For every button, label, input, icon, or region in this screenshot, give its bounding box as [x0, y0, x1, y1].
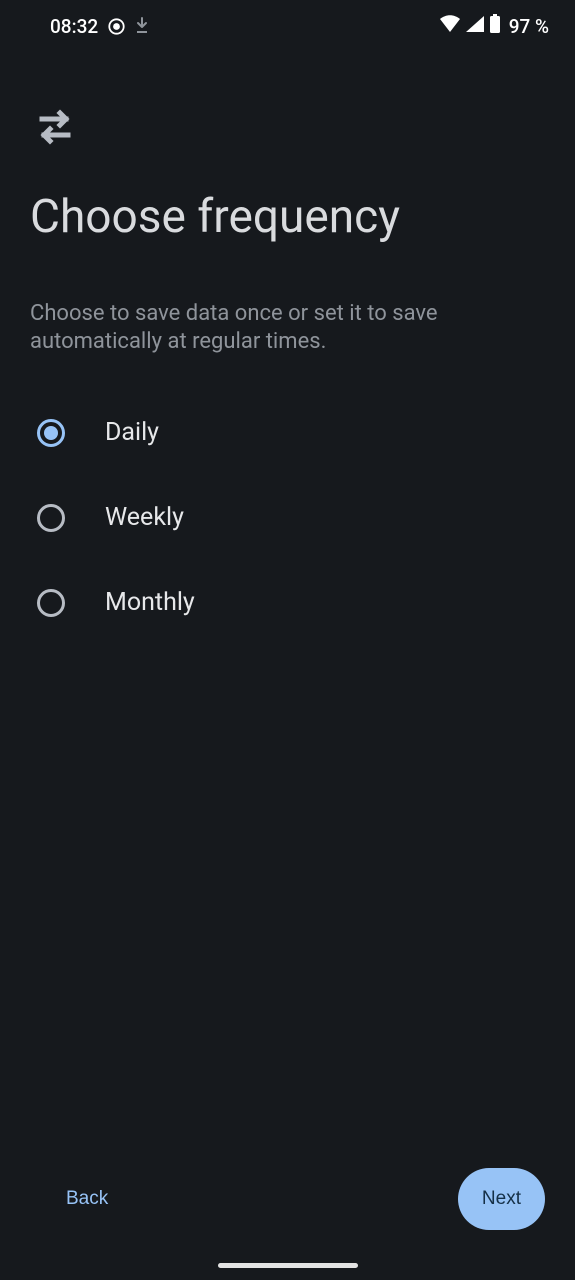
battery-icon [489, 14, 501, 39]
gesture-bar [218, 1263, 358, 1268]
repeat-icon [30, 102, 545, 156]
radio-option-weekly[interactable]: Weekly [30, 503, 545, 532]
signal-icon [465, 15, 485, 38]
radio-icon [37, 504, 65, 532]
radio-option-monthly[interactable]: Monthly [30, 588, 545, 617]
screen-record-icon [108, 18, 125, 35]
page-description: Choose to save data once or set it to sa… [30, 300, 460, 356]
frequency-radio-group: Daily Weekly Monthly [30, 418, 545, 617]
status-time: 08:32 [50, 15, 98, 38]
radio-option-daily[interactable]: Daily [30, 418, 545, 447]
page-title: Choose frequency [30, 190, 545, 244]
radio-label: Monthly [105, 588, 195, 617]
status-battery: 97 % [509, 15, 549, 38]
content-area: Choose frequency Choose to save data onc… [0, 52, 575, 617]
radio-icon [37, 419, 65, 447]
radio-label: Daily [105, 418, 159, 447]
status-right: 97 % [439, 14, 549, 39]
next-button[interactable]: Next [458, 1168, 545, 1230]
bottom-button-bar: Back Next [0, 1168, 575, 1230]
download-icon [135, 17, 149, 35]
status-left: 08:32 [50, 15, 149, 38]
radio-icon [37, 589, 65, 617]
radio-label: Weekly [105, 503, 184, 532]
status-bar: 08:32 97 % [0, 0, 575, 52]
back-button[interactable]: Back [30, 1176, 144, 1222]
wifi-icon [439, 15, 461, 38]
